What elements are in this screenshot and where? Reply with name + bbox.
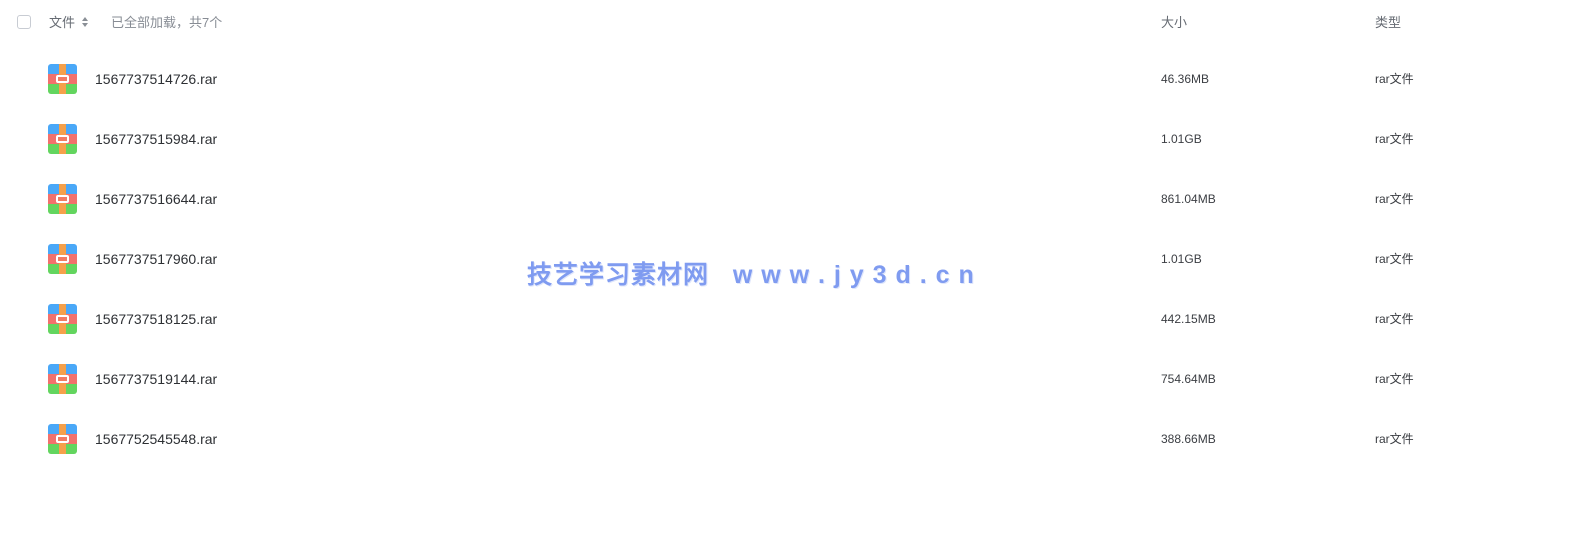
file-row[interactable]: 1567752545548.rar 388.66MB rar文件 <box>0 409 1572 469</box>
file-size: 388.66MB <box>1161 432 1216 446</box>
file-size: 1.01GB <box>1161 132 1202 146</box>
file-size: 442.15MB <box>1161 312 1216 326</box>
file-size: 1.01GB <box>1161 252 1202 266</box>
file-type: rar文件 <box>1375 372 1414 386</box>
file-row[interactable]: 1567737518125.rar 442.15MB rar文件 <box>0 289 1572 349</box>
file-type: rar文件 <box>1375 252 1414 266</box>
column-header-size[interactable]: 大小 <box>1161 15 1187 31</box>
file-row[interactable]: 1567737516644.rar 861.04MB rar文件 <box>0 169 1572 229</box>
file-type: rar文件 <box>1375 132 1414 146</box>
file-type: rar文件 <box>1375 192 1414 206</box>
file-name[interactable]: 1567737519144.rar <box>95 371 217 387</box>
column-header-type[interactable]: 类型 <box>1375 15 1401 31</box>
archive-icon[interactable] <box>48 184 77 214</box>
file-size: 861.04MB <box>1161 192 1216 206</box>
file-list-page: 文件 已全部加载，共7个 大小 类型 1567737514726.rar 46.3… <box>0 0 1572 553</box>
archive-icon[interactable] <box>48 364 77 394</box>
archive-icon[interactable] <box>48 124 77 154</box>
archive-icon[interactable] <box>48 304 77 334</box>
file-name[interactable]: 1567737514726.rar <box>95 71 217 87</box>
file-name[interactable]: 1567737515984.rar <box>95 131 217 147</box>
file-type: rar文件 <box>1375 432 1414 446</box>
file-size: 46.36MB <box>1161 72 1210 86</box>
file-name[interactable]: 1567737518125.rar <box>95 311 217 327</box>
file-row[interactable]: 1567737519144.rar 754.64MB rar文件 <box>0 349 1572 409</box>
file-row[interactable]: 1567737515984.rar 1.01GB rar文件 <box>0 109 1572 169</box>
file-row[interactable]: 1567737514726.rar 46.36MB rar文件 <box>0 49 1572 109</box>
file-type: rar文件 <box>1375 312 1414 326</box>
file-name[interactable]: 1567737516644.rar <box>95 191 217 207</box>
file-size: 754.64MB <box>1161 372 1216 386</box>
file-name[interactable]: 1567752545548.rar <box>95 431 217 447</box>
column-header-name[interactable]: 文件 <box>49 15 75 31</box>
archive-icon[interactable] <box>48 244 77 274</box>
loaded-status: 已全部加载，共7个 <box>111 15 223 30</box>
watermark: 技艺学习素材网 w w w . j y 3 d . c n <box>527 261 975 289</box>
file-list-header: 文件 已全部加载，共7个 大小 类型 <box>0 0 1572 46</box>
file-type: rar文件 <box>1375 72 1414 86</box>
sort-icon[interactable] <box>82 16 88 28</box>
select-all-checkbox[interactable] <box>17 15 31 29</box>
archive-icon[interactable] <box>48 424 77 454</box>
file-name[interactable]: 1567737517960.rar <box>95 251 217 267</box>
archive-icon[interactable] <box>48 64 77 94</box>
